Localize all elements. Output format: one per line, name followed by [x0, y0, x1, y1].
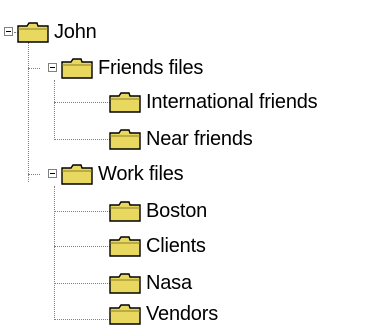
- tree-node-label: Friends files: [98, 57, 204, 79]
- folder-icon: [108, 200, 142, 222]
- tree-node-near-friends[interactable]: Near friends: [108, 125, 253, 153]
- tree-node-boston[interactable]: Boston: [108, 197, 207, 225]
- folder-icon: [108, 128, 142, 150]
- tree-node-clients[interactable]: Clients: [108, 232, 206, 260]
- folder-icon: [16, 21, 50, 43]
- collapse-work-files-icon[interactable]: [48, 169, 57, 178]
- tree-connector: [54, 319, 110, 320]
- folder-icon: [108, 303, 142, 325]
- folder-icon: [60, 57, 94, 79]
- tree-connector: [54, 211, 110, 212]
- tree-node-label: Clients: [146, 235, 206, 257]
- collapse-john-icon[interactable]: [4, 27, 13, 36]
- tree-node-label: Vendors: [146, 303, 218, 325]
- tree-node-vendors[interactable]: Vendors: [108, 300, 218, 328]
- folder-icon: [60, 163, 94, 185]
- tree-connector: [54, 80, 55, 140]
- tree-connector: [54, 102, 110, 103]
- tree-node-label: Boston: [146, 200, 208, 222]
- tree-node-international-friends[interactable]: International friends: [108, 88, 318, 116]
- tree-node-label: John: [54, 21, 97, 43]
- tree-connector: [28, 42, 29, 182]
- tree-node-friends-files[interactable]: Friends files: [60, 54, 203, 82]
- tree-node-nasa[interactable]: Nasa: [108, 269, 192, 297]
- tree-connector: [54, 283, 110, 284]
- collapse-friends-files-icon[interactable]: [48, 63, 57, 72]
- tree-node-john[interactable]: John: [16, 18, 97, 46]
- folder-icon: [108, 235, 142, 257]
- tree-node-label: International friends: [146, 91, 318, 113]
- tree-node-label: Work files: [98, 163, 184, 185]
- tree-node-work-files[interactable]: Work files: [60, 160, 184, 188]
- tree-connector: [28, 68, 40, 69]
- tree-node-label: Near friends: [146, 128, 253, 150]
- tree-connector: [54, 139, 110, 140]
- tree-connector: [54, 186, 55, 320]
- folder-tree: John Friends files International friends…: [0, 0, 385, 329]
- tree-connector: [28, 174, 40, 175]
- tree-node-label: Nasa: [146, 272, 192, 294]
- tree-connector: [54, 246, 110, 247]
- folder-icon: [108, 91, 142, 113]
- folder-icon: [108, 272, 142, 294]
